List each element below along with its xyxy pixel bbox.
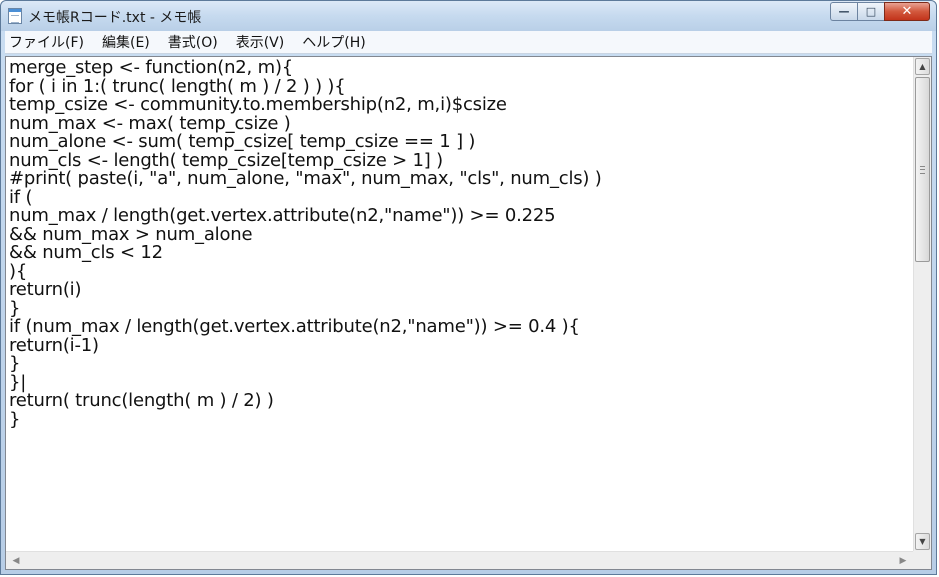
code-line: if (num_max / length(get.vertex.attribut…	[9, 316, 580, 337]
window-title: メモ帳Rコード.txt - メモ帳	[28, 10, 202, 26]
editor-text-area[interactable]: merge_step <- function(n2, m){ for ( i i…	[6, 57, 913, 551]
scroll-up-button[interactable]: ▲	[915, 58, 930, 75]
chevron-down-icon: ▼	[919, 537, 926, 546]
horizontal-scrollbar[interactable]: ◀ ▶	[6, 551, 913, 569]
minimize-button[interactable]: —	[830, 2, 857, 21]
grip-icon	[920, 166, 925, 174]
code-line: }	[9, 408, 21, 430]
minimize-icon: —	[838, 5, 850, 18]
scroll-left-button[interactable]: ◀	[8, 554, 24, 568]
code-line: num_alone <- sum( temp_csize[ temp_csize…	[9, 131, 476, 152]
menu-view[interactable]: 表示(V)	[234, 32, 287, 52]
text-editor[interactable]: merge_step <- function(n2, m){ for ( i i…	[5, 56, 932, 570]
code-line: && num_cls < 12	[9, 242, 163, 263]
close-icon: ✕	[901, 4, 913, 19]
chevron-left-icon: ◀	[12, 556, 20, 566]
maximize-icon: □	[865, 5, 877, 18]
code-line: ){	[9, 260, 28, 282]
code-line: return(i)	[9, 279, 82, 300]
menu-bar: ファイル(F) 編集(E) 書式(O) 表示(V) ヘルプ(H)	[5, 31, 932, 54]
menu-file[interactable]: ファイル(F)	[7, 32, 86, 52]
menu-format[interactable]: 書式(O)	[166, 32, 220, 52]
code-line: }	[9, 353, 21, 374]
code-line: temp_csize <- community.to.membership(n2…	[9, 94, 507, 115]
code-line: return(i-1)	[9, 334, 99, 356]
vertical-scroll-thumb[interactable]	[915, 77, 930, 262]
close-button[interactable]: ✕	[884, 2, 930, 21]
chevron-right-icon: ▶	[899, 556, 907, 566]
menu-help[interactable]: ヘルプ(H)	[300, 32, 367, 52]
code-line: #print( paste(i, "a", num_alone, "max", …	[9, 168, 602, 189]
code-line: merge_step <- function(n2, m){	[9, 57, 294, 78]
scroll-down-button[interactable]: ▼	[915, 533, 930, 550]
caption-buttons: — □ ✕	[830, 2, 930, 22]
notepad-icon[interactable]	[8, 8, 22, 24]
title-bar[interactable]: メモ帳Rコード.txt - メモ帳 — □ ✕	[1, 1, 936, 31]
vertical-scrollbar[interactable]: ▲ ▼	[913, 57, 931, 551]
maximize-button[interactable]: □	[857, 2, 884, 21]
chevron-up-icon: ▲	[919, 62, 926, 71]
resize-grip-icon[interactable]	[913, 551, 931, 569]
menu-edit[interactable]: 編集(E)	[100, 32, 152, 52]
code-line: num_max / length(get.vertex.attribute(n2…	[9, 205, 556, 226]
notepad-window: メモ帳Rコード.txt - メモ帳 — □ ✕ ファイル(F) 編集(E) 書式…	[0, 0, 937, 575]
scroll-right-button[interactable]: ▶	[895, 554, 911, 568]
code-line: return( trunc(length( m ) / 2) )	[9, 390, 274, 411]
